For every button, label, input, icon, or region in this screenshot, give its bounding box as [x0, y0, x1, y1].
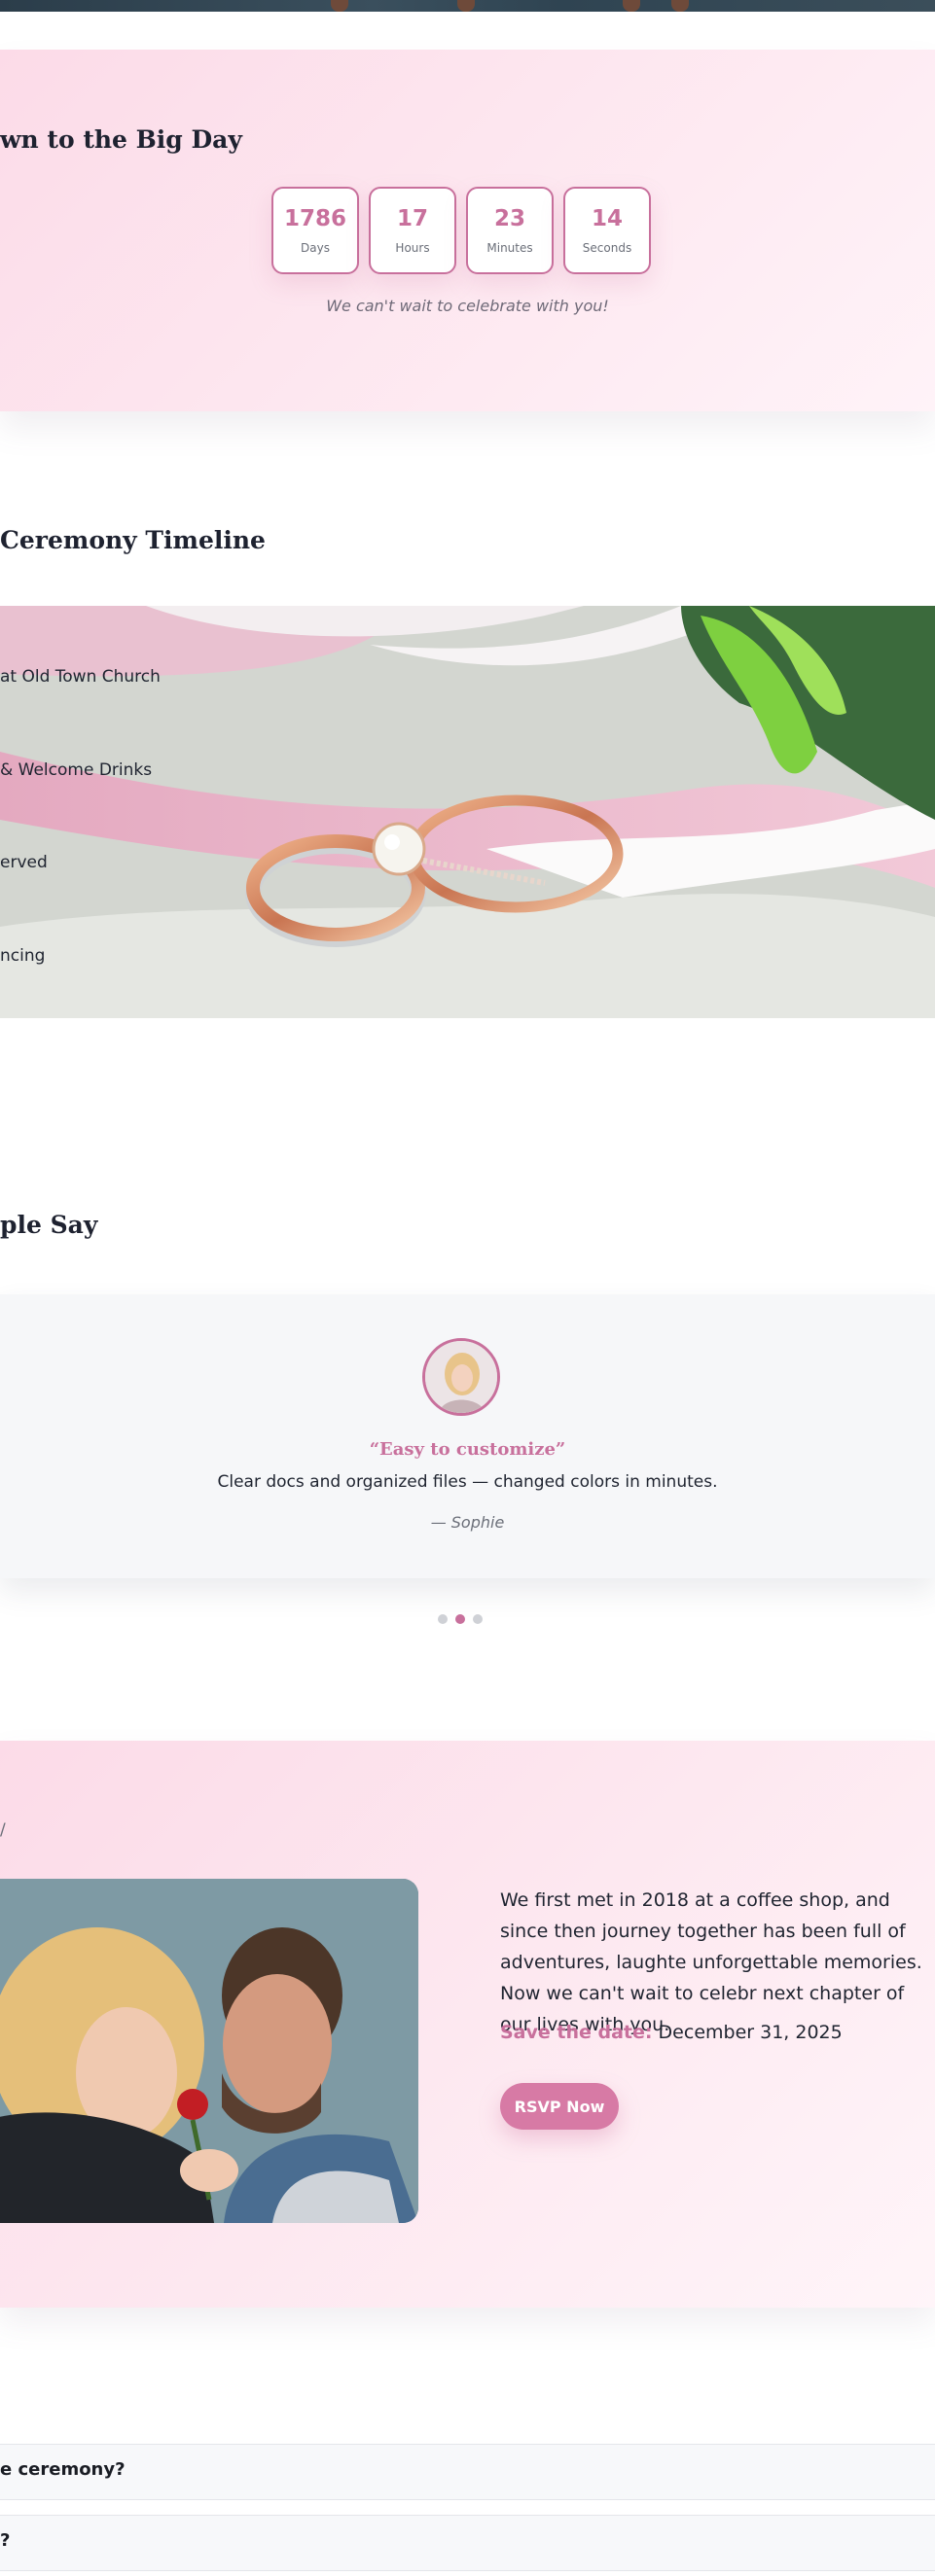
countdown-title: wn to the Big Day	[0, 125, 242, 154]
countdown-minutes-value: 23	[493, 206, 525, 231]
timeline-title: Ceremony Timeline	[0, 526, 266, 554]
story-kicker: /	[0, 1820, 6, 1840]
story-paragraph: We first met in 2018 at a coffee shop, a…	[500, 1889, 922, 2035]
couple-photo	[0, 1879, 418, 2223]
faq-item[interactable]: e ceremony?	[0, 2444, 935, 2500]
countdown-days-value: 1786	[283, 206, 346, 231]
testimonial-text: Clear docs and organized files — changed…	[217, 1472, 718, 1492]
faq-question: ?	[0, 2530, 11, 2551]
carousel-dot-active[interactable]	[455, 1614, 465, 1624]
avatar-image	[425, 1341, 497, 1413]
save-the-date: Save the date: December 31, 2025	[500, 2022, 843, 2043]
save-the-date-value: December 31, 2025	[658, 2022, 843, 2043]
avatar	[422, 1338, 500, 1416]
rsvp-button[interactable]: RSVP Now	[500, 2083, 619, 2130]
save-the-date-label: Save the date:	[500, 2022, 653, 2043]
countdown-seconds-value: 14	[591, 206, 623, 231]
timeline-item: at Old Town Church	[0, 667, 161, 687]
hero-image-bottom-edge	[0, 0, 935, 12]
countdown-tagline: We can't wait to celebrate with you!	[326, 297, 609, 315]
countdown-minutes-label: Minutes	[486, 241, 533, 255]
countdown-hours: 17 Hours	[369, 187, 456, 274]
timeline-item: erved	[0, 853, 48, 872]
countdown-seconds-label: Seconds	[582, 241, 632, 255]
story-section: / We first met in 2018 at a coffee shop,…	[0, 1741, 935, 2308]
rings-photo: at Old Town Church & Welcome Drinks erve…	[0, 606, 935, 1018]
countdown-section: wn to the Big Day 1786 Days 17 Hours 23 …	[0, 50, 935, 411]
testimonial-author: — Sophie	[430, 1513, 505, 1532]
testimonial-quote: “Easy to customize”	[369, 1439, 566, 1460]
hero-figure	[671, 0, 689, 12]
testimonial-card: “Easy to customize” Clear docs and organ…	[0, 1294, 935, 1578]
timeline-item: ncing	[0, 946, 46, 966]
countdown-hours-value: 17	[396, 206, 428, 231]
hero-figure	[331, 0, 348, 12]
countdown-days-label: Days	[301, 241, 330, 255]
testimonials-title: ple Say	[0, 1211, 98, 1239]
countdown-minutes: 23 Minutes	[466, 187, 554, 274]
carousel-dot[interactable]	[473, 1614, 483, 1624]
faq-item[interactable]: ?	[0, 2515, 935, 2571]
carousel-dot[interactable]	[438, 1614, 448, 1624]
couple-image	[0, 1879, 418, 2223]
countdown-seconds: 14 Seconds	[563, 187, 651, 274]
faq-question: e ceremony?	[0, 2459, 126, 2480]
timeline-item: & Welcome Drinks	[0, 760, 153, 780]
hero-figure	[623, 0, 640, 12]
hero-figure	[457, 0, 475, 12]
countdown-days: 1786 Days	[271, 187, 359, 274]
countdown-hours-label: Hours	[395, 241, 430, 255]
